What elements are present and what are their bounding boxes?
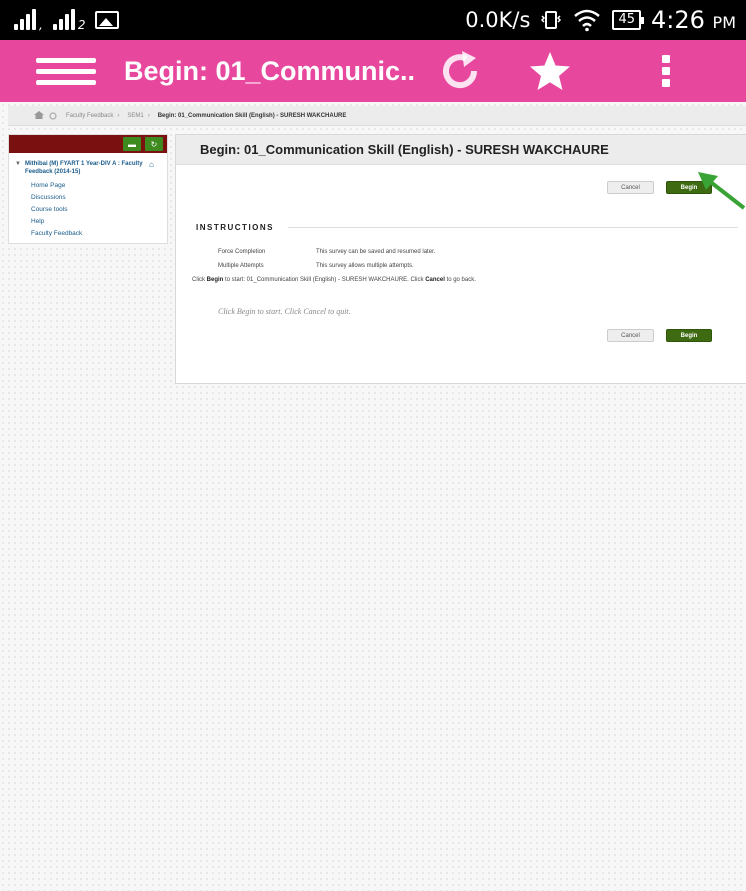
status-bar: , 2 0.0K/s 45 4:26 PM [0,0,746,40]
refresh-icon[interactable] [436,47,484,95]
course-title[interactable]: Mithibai (M) FYART 1 Year-DIV A : Facult… [25,160,145,176]
home-icon[interactable] [34,111,44,119]
cancel-button-bottom[interactable]: Cancel [607,329,654,342]
course-title-row: ▼ Mithibai (M) FYART 1 Year-DIV A : Facu… [9,153,167,180]
menu-link-home-page[interactable]: Home Page [31,180,167,192]
click-line-cancel: Cancel [425,277,445,283]
status-bar-right: 0.0K/s 45 4:26 PM [465,6,736,34]
menu-link-course-tools[interactable]: Course tools [31,204,167,216]
refresh-menu-icon[interactable]: ↻ [145,137,163,151]
menu-link-discussions[interactable]: Discussions [31,192,167,204]
clock-time: 4:26 [651,6,705,34]
breadcrumb: Faculty Feedback › SEM1 › Begin: 01_Comm… [8,106,746,126]
chevron-down-icon[interactable]: ▼ [15,161,21,167]
force-completion-row: Force Completion This survey can be save… [218,249,435,255]
click-begin-instruction: Click Begin to start: 01_Communication S… [192,277,476,283]
app-title: Begin: 01_Communic.. [124,55,416,86]
breadcrumb-separator: › [117,112,120,119]
multiple-attempts-value: This survey allows multiple attempts. [316,263,414,269]
wifi-icon [574,9,601,32]
course-menu-header: ▬ ↻ [9,135,167,153]
app-bar: Begin: 01_Communic.. [0,40,746,102]
start-quit-hint: Click Begin to start. Click Cancel to qu… [218,307,351,316]
star-icon[interactable] [528,49,572,93]
click-line-suffix: to go back. [444,277,476,283]
menu-icon[interactable] [36,57,96,85]
page-title: Begin: 01_Communication Skill (English) … [176,135,746,165]
gallery-notification-icon [95,11,120,29]
begin-button-bottom[interactable]: Begin [666,329,712,342]
overflow-menu-icon[interactable] [662,55,670,87]
force-completion-label: Force Completion [218,249,266,255]
settings-icon[interactable] [48,111,58,120]
breadcrumb-separator: › [147,112,150,119]
breadcrumb-item-sem1[interactable]: SEM1 [127,113,143,119]
signal-1-icon: , [14,9,43,32]
signal-1-sub: , [39,18,43,32]
vibrate-icon [541,11,562,29]
click-line-prefix: Click [192,277,207,283]
multiple-attempts-label: Multiple Attempts [218,263,264,269]
course-menu-links: Home Page Discussions Course tools Help … [9,180,167,240]
menu-link-help[interactable]: Help [31,216,167,228]
click-line-middle: to start: 01_Communication Skill (Englis… [223,277,426,283]
folder-view-icon[interactable]: ▬ [123,137,141,151]
battery-icon: 45 [612,10,644,30]
net-speed: 0.0K/s [465,8,531,32]
cancel-button-top[interactable]: Cancel [607,181,654,194]
signal-2-sub: 2 [77,18,86,32]
multiple-attempts-row: Multiple Attempts This survey allows mul… [218,263,414,269]
course-menu: ▬ ↻ ▼ Mithibai (M) FYART 1 Year-DIV A : … [8,134,168,244]
clock-ampm: PM [712,13,736,32]
click-line-begin: Begin [206,277,224,283]
signal-2-icon: 2 [52,9,86,32]
pointer-arrow-icon [698,172,746,210]
breadcrumb-current: Begin: 01_Communication Skill (English) … [157,112,347,119]
course-home-icon[interactable]: ⌂ [149,160,154,169]
menu-link-faculty-feedback[interactable]: Faculty Feedback [31,228,167,240]
survey-panel: Begin: 01_Communication Skill (English) … [175,134,746,384]
clock: 4:26 PM [651,6,736,34]
status-bar-left: , 2 [14,9,120,32]
breadcrumb-item-faculty-feedback[interactable]: Faculty Feedback [66,113,113,119]
instructions-divider [288,227,738,228]
force-completion-value: This survey can be saved and resumed lat… [316,249,436,255]
instructions-heading: INSTRUCTIONS [196,223,274,232]
